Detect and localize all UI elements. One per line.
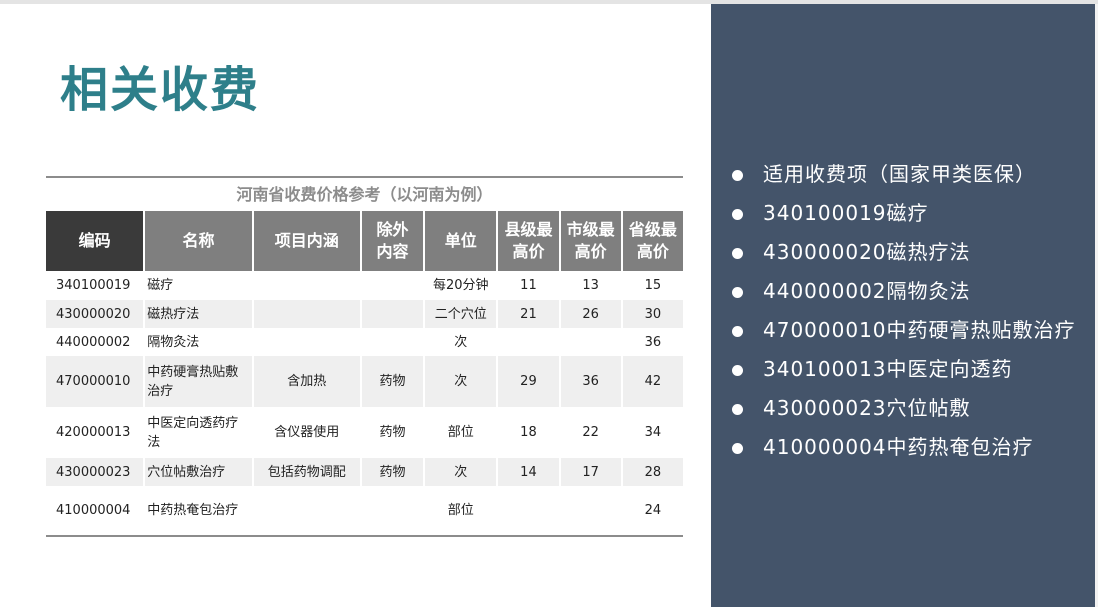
bullet-dot-icon <box>732 209 743 220</box>
list-item: 适用收费项（国家甲类医保） <box>729 160 1089 188</box>
header-content: 项目内涵 <box>253 211 360 271</box>
header-excluded: 除外 内容 <box>361 211 424 271</box>
cell-unit: 每20分钟 <box>425 271 497 300</box>
price-table: 编码 名称 项目内涵 除外 内容 单位 县级最 高价 市级最 高价 省级最 高价 340… <box>44 211 685 535</box>
table-row: 430000023 穴位帖敷治疗 包括药物调配 药物 次 14 17 28 <box>46 458 683 486</box>
cell-unit: 二个穴位 <box>425 300 497 328</box>
price-table-container: 河南省收费价格参考（以河南为例） 编码 名称 项目内涵 除外 内容 单位 县级最… <box>46 176 683 537</box>
cell-province-price: 36 <box>622 328 683 356</box>
cell-code: 430000020 <box>46 300 144 328</box>
cell-unit: 次 <box>425 356 497 407</box>
cell-county-price: 11 <box>498 271 559 300</box>
table-row: 340100019 磁疗 每20分钟 11 13 15 <box>46 271 683 300</box>
list-item: 430000020磁热疗法 <box>729 238 1089 266</box>
cell-content <box>253 328 360 356</box>
header-province-price: 省级最 高价 <box>622 211 683 271</box>
side-panel: 适用收费项（国家甲类医保） 340100019磁疗 430000020磁热疗法 … <box>711 4 1095 607</box>
page-title: 相关收费 <box>60 62 261 118</box>
cell-province-price: 24 <box>622 486 683 535</box>
cell-county-price: 14 <box>498 458 559 486</box>
cell-city-price: 17 <box>560 458 621 486</box>
cell-name: 穴位帖敷治疗 <box>145 458 252 486</box>
table-row: 470000010 中药硬膏热贴敷治疗 含加热 药物 次 29 36 42 <box>46 356 683 407</box>
table-caption: 河南省收费价格参考（以河南为例） <box>236 185 493 204</box>
bullet-dot-icon <box>732 404 743 415</box>
cell-code: 470000010 <box>46 356 144 407</box>
cell-content <box>253 300 360 328</box>
list-item: 340100013中医定向透药 <box>729 355 1089 383</box>
table-row: 410000004 中药热奄包治疗 部位 24 <box>46 486 683 535</box>
cell-province-price: 42 <box>622 356 683 407</box>
bullet-dot-icon <box>732 326 743 337</box>
cell-county-price <box>498 328 559 356</box>
bullet-dot-icon <box>732 365 743 376</box>
list-item: 430000023穴位帖敷 <box>729 394 1089 422</box>
cell-county-price <box>498 486 559 535</box>
cell-content <box>253 486 360 535</box>
cell-province-price: 15 <box>622 271 683 300</box>
cell-city-price: 22 <box>560 407 621 458</box>
cell-city-price: 36 <box>560 356 621 407</box>
cell-code: 430000023 <box>46 458 144 486</box>
header-unit: 单位 <box>425 211 497 271</box>
table-row: 420000013 中医定向透药疗法 含仪器使用 药物 部位 18 22 34 <box>46 407 683 458</box>
cell-name: 中药热奄包治疗 <box>145 486 252 535</box>
bullet-list: 适用收费项（国家甲类医保） 340100019磁疗 430000020磁热疗法 … <box>729 160 1089 472</box>
cell-excluded <box>361 486 424 535</box>
cell-unit: 次 <box>425 328 497 356</box>
cell-county-price: 29 <box>498 356 559 407</box>
header-city-price: 市级最 高价 <box>560 211 621 271</box>
cell-excluded: 药物 <box>361 356 424 407</box>
cell-name: 中药硬膏热贴敷治疗 <box>145 356 252 407</box>
cell-county-price: 18 <box>498 407 559 458</box>
list-item: 340100019磁疗 <box>729 199 1089 227</box>
cell-unit: 部位 <box>425 486 497 535</box>
cell-unit: 次 <box>425 458 497 486</box>
cell-name: 磁疗 <box>145 271 252 300</box>
cell-content: 含仪器使用 <box>253 407 360 458</box>
header-code: 编码 <box>46 211 144 271</box>
cell-excluded <box>361 271 424 300</box>
header-name: 名称 <box>145 211 252 271</box>
cell-excluded <box>361 300 424 328</box>
cell-code: 420000013 <box>46 407 144 458</box>
cell-city-price: 26 <box>560 300 621 328</box>
cell-province-price: 28 <box>622 458 683 486</box>
cell-content: 包括药物调配 <box>253 458 360 486</box>
cell-unit: 部位 <box>425 407 497 458</box>
header-county-price: 县级最 高价 <box>498 211 559 271</box>
list-item: 440000002隔物灸法 <box>729 277 1089 305</box>
cell-province-price: 30 <box>622 300 683 328</box>
bullet-dot-icon <box>732 443 743 454</box>
cell-excluded: 药物 <box>361 458 424 486</box>
bullet-dot-icon <box>732 287 743 298</box>
bullet-dot-icon <box>732 248 743 259</box>
list-item: 470000010中药硬膏热贴敷治疗 <box>729 316 1089 344</box>
table-row: 440000002 隔物灸法 次 36 <box>46 328 683 356</box>
list-item: 410000004中药热奄包治疗 <box>729 433 1089 461</box>
cell-name: 中医定向透药疗法 <box>145 407 252 458</box>
cell-code: 340100019 <box>46 271 144 300</box>
table-header-row: 编码 名称 项目内涵 除外 内容 单位 县级最 高价 市级最 高价 省级最 高价 <box>46 211 683 271</box>
cell-content: 含加热 <box>253 356 360 407</box>
cell-name: 磁热疗法 <box>145 300 252 328</box>
cell-county-price: 21 <box>498 300 559 328</box>
cell-city-price <box>560 328 621 356</box>
cell-content <box>253 271 360 300</box>
cell-code: 410000004 <box>46 486 144 535</box>
cell-province-price: 34 <box>622 407 683 458</box>
cell-code: 440000002 <box>46 328 144 356</box>
slide: 相关收费 河南省收费价格参考（以河南为例） 编码 名称 项目内涵 除外 内容 单… <box>0 0 1098 607</box>
table-row: 430000020 磁热疗法 二个穴位 21 26 30 <box>46 300 683 328</box>
bullet-dot-icon <box>732 170 743 181</box>
cell-excluded <box>361 328 424 356</box>
cell-city-price: 13 <box>560 271 621 300</box>
cell-excluded: 药物 <box>361 407 424 458</box>
cell-name: 隔物灸法 <box>145 328 252 356</box>
cell-city-price <box>560 486 621 535</box>
